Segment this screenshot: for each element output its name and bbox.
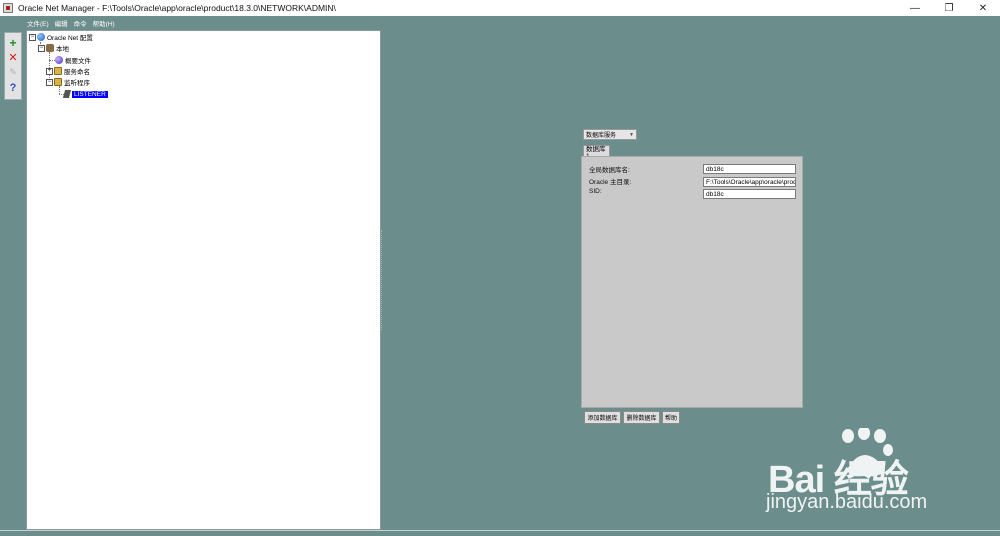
window-controls: — ❐ ✕ [898,0,1000,16]
tree-label-listener: LISTENER [72,90,108,98]
title-bar: Oracle Net Manager - F:\Tools\Oracle\app… [0,0,1000,16]
expand-icon[interactable]: + [46,67,53,75]
add-database-button[interactable]: 添加数据库 [584,411,621,424]
tree-node-listeners[interactable]: − 监听程序 [46,77,90,87]
status-divider [0,530,1000,531]
side-toolbar: + ✕ ✎ ? [4,32,22,100]
menu-bar: 文件(E) 编辑 命令 帮助(H) [0,16,1000,29]
tree-label-profile: 概要文件 [65,58,91,65]
local-icon [46,44,54,52]
sid-field[interactable]: db18c [703,189,796,199]
delete-database-button[interactable]: 删除数据库 [623,411,660,424]
chevron-down-icon: ▼ [629,132,634,138]
rename-icon[interactable]: ✎ [6,65,20,80]
globe-icon [55,56,63,64]
database-panel: 全局数据库名: db18c Oracle 主目录: F:\Tools\Oracl… [581,156,803,408]
minimize-button[interactable]: — [898,0,932,16]
watermark-url: jingyan.baidu.com [766,491,928,513]
tree-label-local: 本地 [56,46,69,53]
tree-node-local[interactable]: − 本地 [38,43,69,53]
window-title: Oracle Net Manager - F:\Tools\Oracle\app… [18,3,336,13]
collapse-icon[interactable]: − [46,78,53,86]
tree-node-profile[interactable]: 概要文件 [55,55,91,65]
menu-help[interactable]: 帮助(H) [93,18,115,28]
panel-splitter[interactable] [381,230,383,330]
baidu-watermark: Bai 经验 jingyan.baidu.com [764,428,984,518]
menu-file[interactable]: 文件(E) [27,18,49,28]
global-db-name-field[interactable]: db18c [703,164,796,174]
tab-database-1[interactable]: 数据库1 [583,145,610,160]
tree-label-root: Oracle Net 配置 [47,35,93,42]
folder-icon [54,67,62,75]
folder-icon [54,78,62,86]
global-db-name-label: 全局数据库名: [589,167,630,174]
menu-command[interactable]: 命令 [74,18,87,28]
oracle-home-label: Oracle 主目录: [589,179,632,186]
tree-node-service-naming[interactable]: + 服务命名 [46,66,90,76]
view-select[interactable]: 数据库服务 ▼ [583,129,637,140]
view-select-value: 数据库服务 [586,133,617,139]
menu-edit[interactable]: 编辑 [55,18,68,28]
tree-node-root[interactable]: − Oracle Net 配置 [29,32,93,42]
plus-icon[interactable]: + [6,35,20,50]
tree-label-service-naming: 服务命名 [64,69,90,76]
close-button[interactable]: ✕ [966,0,1000,16]
network-icon [37,33,45,41]
question-icon[interactable]: ? [6,80,20,95]
help-button[interactable]: 帮助 [662,411,680,424]
tree-connector [59,86,60,94]
tree-node-listener[interactable]: LISTENER [62,89,108,99]
listener-icon [62,90,72,98]
sid-label: SID: [589,188,602,195]
navigator-tree: − Oracle Net 配置 − 本地 概要文件 + 服务命名 − 监听程序 … [26,30,381,530]
oracle-home-field[interactable]: F:\Tools\Oracle\app\oracle\produ [703,177,796,187]
collapse-icon[interactable]: − [38,44,45,52]
x-icon[interactable]: ✕ [6,50,20,65]
tree-label-listeners: 监听程序 [64,80,90,87]
app-icon [3,3,13,13]
restore-button[interactable]: ❐ [932,0,966,16]
collapse-icon[interactable]: − [29,33,36,41]
